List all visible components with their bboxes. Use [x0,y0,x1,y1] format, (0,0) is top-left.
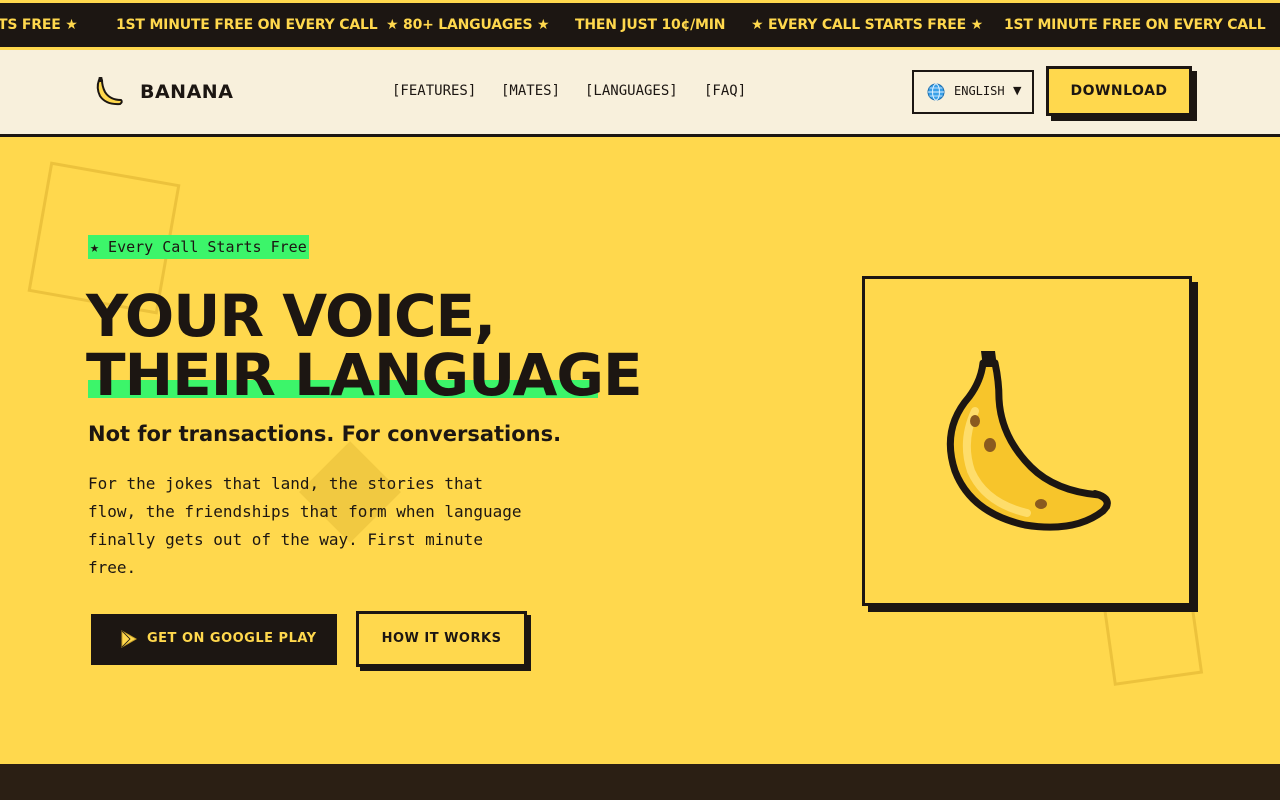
hero-subheadline: Not for transactions. For conversations. [88,422,562,446]
ticker-item: ★ EVERY CALL STARTS FREE ★ [751,17,983,33]
ticker-item: 1ST MINUTE FREE ON EVERY CALL [116,17,378,33]
nav-mates[interactable]: [MATES] [501,83,560,99]
ticker-item: TS FREE ★ [0,17,78,33]
download-label: DOWNLOAD [1070,83,1168,99]
google-play-button[interactable]: GET ON GOOGLE PLAY [91,614,337,665]
caret-down-icon: ▼ [1013,84,1022,97]
site-header: BANANA [FEATURES] [MATES] [LANGUAGES] [F… [0,50,1280,137]
globe-icon [927,83,945,101]
language-label: ENGLISH [954,84,1005,98]
decorative-square [1102,594,1204,686]
ticker-item: THEN JUST 10¢/MIN [575,17,726,33]
banana-illustration [946,351,1111,531]
nav-faq[interactable]: [FAQ] [704,83,746,99]
nav-features[interactable]: [FEATURES] [392,83,476,99]
download-button[interactable]: DOWNLOAD [1046,66,1192,116]
how-it-works-label: HOW IT WORKS [381,631,502,646]
google-play-icon [121,630,137,648]
brand-name[interactable]: BANANA [140,81,233,103]
banana-logo-icon[interactable] [90,74,126,110]
hero-headline-line2: THEIR LANGUAGE [86,341,643,409]
promo-ticker: TS FREE ★ 1ST MINUTE FREE ON EVERY CALL … [0,0,1280,50]
hero-badge: ★ Every Call Starts Free [88,235,309,259]
ticker-item: ★ 80+ LANGUAGES ★ [386,17,550,33]
hero-paragraph: For the jokes that land, the stories tha… [88,474,522,577]
banana-illustration-card [862,276,1192,606]
hero-headline-line1: YOUR VOICE, [86,282,496,350]
google-play-label: GET ON GOOGLE PLAY [147,631,317,646]
nav-languages[interactable]: [LANGUAGES] [585,83,678,99]
how-it-works-button[interactable]: HOW IT WORKS [356,611,527,667]
language-selector[interactable]: ENGLISH ▼ [912,70,1034,114]
next-section-band [0,764,1280,800]
ticker-item: 1ST MINUTE FREE ON EVERY CALL [1004,17,1266,33]
